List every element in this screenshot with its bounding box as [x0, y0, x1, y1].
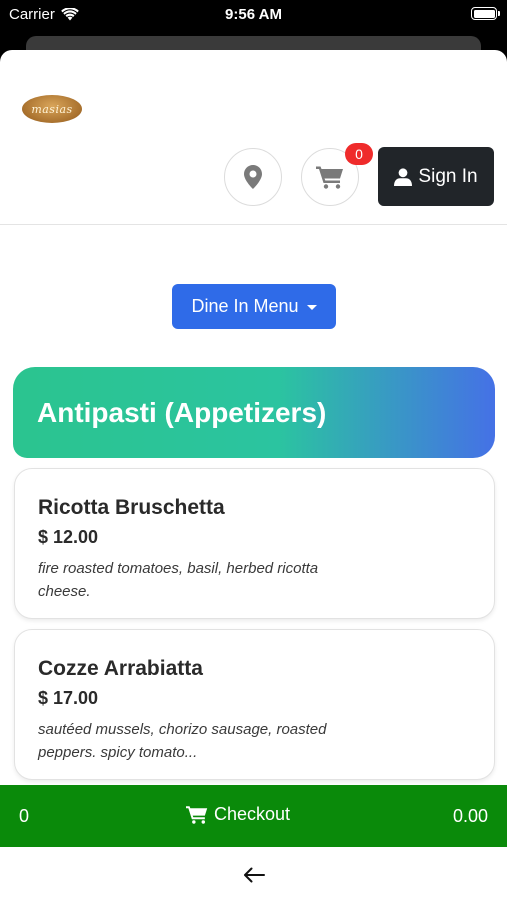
header-divider: [0, 224, 507, 225]
clock: 9:56 AM: [225, 6, 282, 23]
bottom-navigation: [0, 847, 507, 900]
shopping-cart-icon: [186, 806, 208, 824]
item-price: $ 12.00: [38, 527, 99, 547]
dine-in-menu-label: Dine In Menu: [191, 296, 299, 316]
logo-text: masias: [31, 102, 73, 116]
category-header: Antipasti (Appetizers): [13, 367, 495, 458]
arrow-left-icon: [244, 867, 265, 883]
map-marker-icon: [244, 165, 262, 189]
location-button[interactable]: [224, 148, 282, 206]
dine-in-menu-dropdown[interactable]: Dine In Menu: [172, 284, 336, 329]
item-description: fire roasted tomatoes, basil, herbed ric…: [38, 560, 319, 600]
sign-in-button[interactable]: Sign In: [378, 147, 494, 206]
cart-count-badge: 0: [345, 143, 373, 165]
user-icon: [394, 167, 413, 186]
status-bar: Carrier 9:56 AM: [0, 0, 507, 30]
menu-sheet: masias 0 Sign In Dine In Menu Antipasti …: [0, 50, 507, 900]
checkout-bar[interactable]: 0 Checkout 0.00: [0, 785, 507, 847]
back-button[interactable]: [242, 865, 266, 885]
checkout-button[interactable]: Checkout: [186, 804, 290, 825]
item-name: Cozze Arrabiatta: [38, 657, 203, 680]
category-title: Antipasti (Appetizers): [37, 396, 327, 428]
sign-in-label: Sign In: [418, 165, 478, 187]
restaurant-logo[interactable]: masias: [22, 95, 82, 123]
menu-item-card[interactable]: Cozze Arrabiatta $ 17.00 sautéed mussels…: [14, 629, 495, 780]
shopping-cart-icon: [316, 166, 343, 189]
battery-icon: [471, 7, 500, 20]
menu-item-card[interactable]: Ricotta Bruschetta $ 12.00 fire roasted …: [14, 468, 495, 619]
checkout-total: 0.00: [452, 806, 488, 826]
item-name: Ricotta Bruschetta: [38, 496, 225, 519]
item-price: $ 17.00: [38, 688, 99, 708]
caret-down-icon: [306, 305, 317, 310]
checkout-label: Checkout: [214, 804, 291, 824]
checkout-item-count: 0: [19, 806, 30, 826]
item-description: sautéed mussels, chorizo sausage, roaste…: [38, 721, 327, 761]
